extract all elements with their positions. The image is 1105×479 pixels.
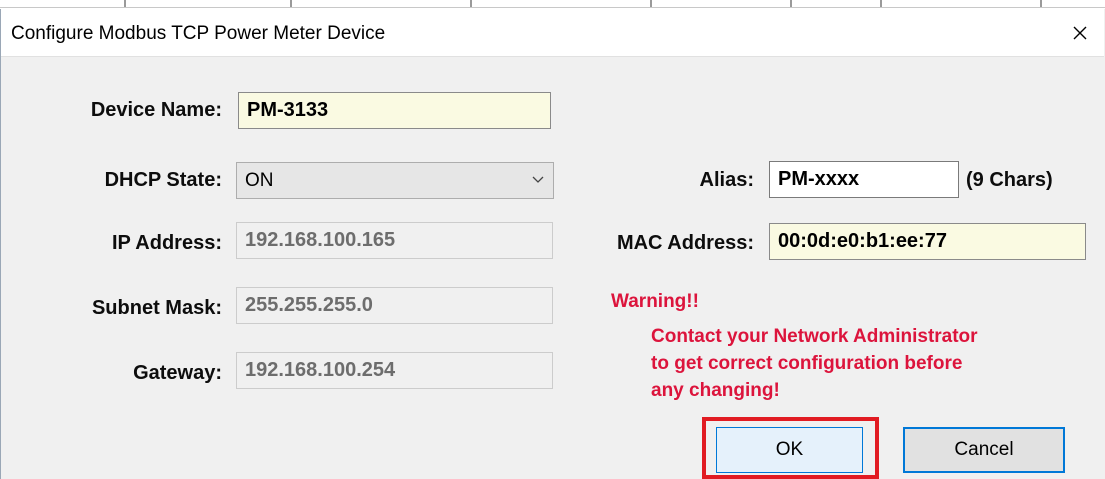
mac-address-field[interactable]: 00:0d:e0:b1:ee:77 <box>769 223 1086 260</box>
dialog-title: Configure Modbus TCP Power Meter Device <box>11 23 386 44</box>
dhcp-state-select[interactable]: ON <box>236 162 554 199</box>
warning-message: Contact your Network Administrator to ge… <box>651 323 978 404</box>
close-button[interactable] <box>1056 9 1104 56</box>
subnet-mask-label: Subnet Mask: <box>91 297 222 319</box>
warning-line: to get correct configuration before <box>651 353 963 374</box>
title-bar[interactable]: Configure Modbus TCP Power Meter Device <box>1 9 1104 57</box>
close-icon <box>1073 26 1087 39</box>
gateway-field[interactable]: 192.168.100.254 <box>236 352 553 389</box>
device-name-label: Device Name: <box>90 99 222 121</box>
subnet-mask-field[interactable]: 255.255.255.0 <box>236 287 553 324</box>
ip-address-field[interactable]: 192.168.100.165 <box>236 222 553 259</box>
alias-field[interactable]: PM-xxxx <box>769 161 959 198</box>
warning-line: any changing! <box>651 380 780 401</box>
dhcp-state-label: DHCP State: <box>104 169 222 191</box>
gateway-label: Gateway: <box>133 362 222 384</box>
mac-address-label: MAC Address: <box>616 232 754 254</box>
dhcp-state-value: ON <box>245 169 274 191</box>
chevron-down-icon <box>532 176 544 183</box>
ip-address-label: IP Address: <box>111 232 222 254</box>
ok-button[interactable]: OK <box>716 427 863 473</box>
alias-length-hint: (9 Chars) <box>966 169 1053 191</box>
alias-label: Alias: <box>699 169 754 191</box>
warning-title: Warning!! <box>611 291 699 312</box>
device-name-field[interactable]: PM-3133 <box>238 92 551 129</box>
warning-line: Contact your Network Administrator <box>651 326 978 347</box>
configure-dialog: Configure Modbus TCP Power Meter Device … <box>0 9 1104 479</box>
background-window-edge <box>0 0 1105 9</box>
cancel-button[interactable]: Cancel <box>903 427 1065 473</box>
